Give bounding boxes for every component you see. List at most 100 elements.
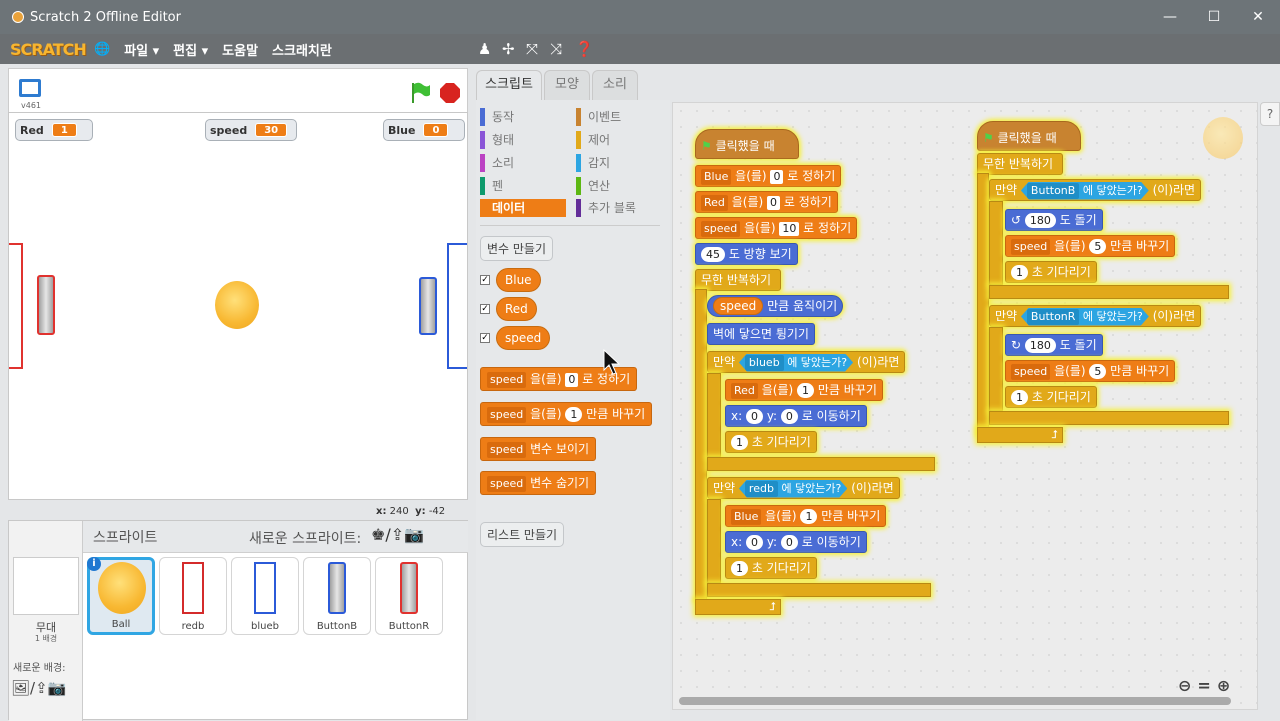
make-list-button[interactable]: 리스트 만들기 xyxy=(480,522,565,547)
reporter-speed[interactable]: speed xyxy=(496,326,551,350)
s2-forever[interactable]: 무한 반복하기 xyxy=(977,153,1063,175)
hide-variable-block[interactable]: speed 변수 숨기기 xyxy=(480,471,597,495)
green-flag-icon[interactable] xyxy=(409,81,431,105)
help-icon[interactable]: ❓ xyxy=(575,40,594,58)
category-more-blocks[interactable]: 추가 블록 xyxy=(576,199,636,217)
menu-edit[interactable]: 편집 ▾ xyxy=(173,40,208,59)
grow-icon[interactable]: ⤧ xyxy=(526,40,538,58)
menu-about[interactable]: 스크래치란 xyxy=(272,40,332,59)
duplicate-icon[interactable]: ♟ xyxy=(478,40,491,58)
zoom-controls: ⊖ = ⊕ xyxy=(1178,676,1230,695)
new-backdrop-tools[interactable]: 🖼/⇪📷 xyxy=(11,679,66,697)
s2-change-speed-2[interactable]: speed 을(를) 5 만큼 바꾸기 xyxy=(1005,360,1176,382)
show-variable-block[interactable]: speed 변수 보이기 xyxy=(480,437,597,461)
maximize-button[interactable]: ☐ xyxy=(1192,0,1236,34)
s2-wait-2[interactable]: 1 초 기다리기 xyxy=(1005,386,1097,408)
stage-thumbnail[interactable] xyxy=(13,557,79,615)
tab-sounds[interactable]: 소리 xyxy=(592,70,638,100)
horizontal-scrollbar[interactable] xyxy=(679,697,1231,705)
red-goal xyxy=(9,243,23,369)
blue-goal xyxy=(447,243,467,369)
s2-if-buttonb[interactable]: 만약 ButtonB 에 닿았는가? (이)라면 xyxy=(989,179,1202,201)
s1-point-direction[interactable]: 45 도 방향 보기 xyxy=(695,243,798,265)
tab-scripts[interactable]: 스크립트 xyxy=(476,70,542,100)
stop-icon[interactable] xyxy=(439,82,461,104)
info-icon[interactable]: i xyxy=(87,557,101,571)
s1-bounce[interactable]: 벽에 닿으면 튕기기 xyxy=(707,323,815,345)
s2-turn-left[interactable]: ↺ 180 도 돌기 xyxy=(1005,209,1103,231)
reporter-blue[interactable]: Blue xyxy=(496,268,541,292)
s1-when-flag-clicked[interactable]: ⚑ 클릭했을 때 xyxy=(695,129,799,159)
s2-turn-right[interactable]: ↻ 180 도 돌기 xyxy=(1005,334,1103,356)
s1-set-blue[interactable]: Blue 을(를) 0 로 정하기 xyxy=(695,165,842,187)
s1-if-blueb-arm xyxy=(707,373,721,457)
reporter-red[interactable]: Red xyxy=(496,297,537,321)
red-paddle[interactable] xyxy=(37,275,55,335)
change-variable-block[interactable]: speed 을(를) 1 만큼 바꾸기 xyxy=(480,402,653,426)
checkbox-blue[interactable]: ✓ xyxy=(480,275,490,285)
s1-if-redb[interactable]: 만약 redb 에 닿았는가? (이)라면 xyxy=(707,477,900,499)
category-looks[interactable]: 형태 xyxy=(480,131,514,149)
sprite-thumb-ball[interactable]: i Ball xyxy=(87,557,155,635)
close-button[interactable]: ✕ xyxy=(1236,0,1280,34)
blue-paddle[interactable] xyxy=(419,277,437,335)
category-pen[interactable]: 펜 xyxy=(480,177,503,195)
sprite-thumb-blueb[interactable]: blueb xyxy=(231,557,299,635)
s1-goto-xy-2[interactable]: x: 0 y: 0 로 이동하기 xyxy=(725,531,867,553)
monitor-blue[interactable]: Blue 0 xyxy=(383,119,465,141)
sprite-thumb-redb[interactable]: redb xyxy=(159,557,227,635)
zoom-out-icon[interactable]: ⊖ xyxy=(1178,676,1191,695)
category-events[interactable]: 이벤트 xyxy=(576,108,621,126)
scripts-area[interactable]: ⚑ 클릭했을 때 Blue 을(를) 0 로 정하기 Red 을(를) 0 로 … xyxy=(672,102,1258,710)
s2-wait-1[interactable]: 1 초 기다리기 xyxy=(1005,261,1097,283)
s1-set-red[interactable]: Red 을(를) 0 로 정하기 xyxy=(695,191,838,213)
make-variable-button[interactable]: 변수 만들기 xyxy=(480,236,554,261)
stage-canvas[interactable]: Red 1 speed 30 Blue 0 xyxy=(8,112,468,500)
category-operators[interactable]: 연산 xyxy=(576,177,610,195)
menu-file[interactable]: 파일 ▾ xyxy=(124,40,159,59)
menu-help[interactable]: 도움말 xyxy=(222,40,258,59)
tab-costumes[interactable]: 모양 xyxy=(544,70,590,100)
ball-sprite[interactable] xyxy=(215,281,259,329)
shrink-icon[interactable]: ⤨ xyxy=(550,40,562,58)
category-sensing[interactable]: 감지 xyxy=(576,154,610,172)
s1-change-blue[interactable]: Blue 을(를) 1 만큼 바꾸기 xyxy=(725,505,887,527)
category-control[interactable]: 제어 xyxy=(576,131,610,149)
checkbox-speed[interactable]: ✓ xyxy=(480,333,490,343)
editor-tabs: 스크립트 모양 소리 xyxy=(476,68,676,100)
s1-wait-1[interactable]: 1 초 기다리기 xyxy=(725,431,817,453)
s2-when-flag-clicked[interactable]: ⚑ 클릭했을 때 xyxy=(977,121,1081,151)
minimize-button[interactable]: — xyxy=(1148,0,1192,34)
s1-wait-2[interactable]: 1 초 기다리기 xyxy=(725,557,817,579)
s1-set-speed[interactable]: speed 을(를) 10 로 정하기 xyxy=(695,217,858,239)
stage-header: v461 xyxy=(8,68,468,112)
palette-divider xyxy=(480,225,660,226)
help-tab-icon[interactable]: ? xyxy=(1260,102,1280,126)
s1-move[interactable]: speed 만큼 움직이기 xyxy=(707,295,844,317)
s1-change-red[interactable]: Red 을(를) 1 만큼 바꾸기 xyxy=(725,379,883,401)
fullscreen-icon[interactable] xyxy=(19,79,41,97)
monitor-speed[interactable]: speed 30 xyxy=(205,119,297,141)
globe-icon[interactable]: 🌐 xyxy=(94,42,110,57)
category-data[interactable]: 데이터 xyxy=(480,199,566,217)
new-sprite-tools[interactable]: ♚/⇪📷 xyxy=(371,525,424,544)
s1-if-blueb[interactable]: 만약 blueb 에 닿았는가? (이)라면 xyxy=(707,351,906,373)
category-motion[interactable]: 동작 xyxy=(480,108,514,126)
s1-if-redb-end xyxy=(707,583,931,597)
monitor-red[interactable]: Red 1 xyxy=(15,119,93,141)
sprite-preview-ball xyxy=(1203,117,1243,159)
category-sound[interactable]: 소리 xyxy=(480,154,514,172)
checkbox-red[interactable]: ✓ xyxy=(480,304,490,314)
zoom-reset-icon[interactable]: = xyxy=(1197,676,1210,695)
scratch-logo[interactable]: SCRATCH xyxy=(10,40,87,59)
s1-forever-end: ⮥ xyxy=(695,599,781,615)
s2-change-speed-1[interactable]: speed 을(를) 5 만큼 바꾸기 xyxy=(1005,235,1176,257)
sprite-thumb-buttonb[interactable]: ButtonB xyxy=(303,557,371,635)
s1-goto-xy-1[interactable]: x: 0 y: 0 로 이동하기 xyxy=(725,405,867,427)
cut-icon[interactable]: ✢ xyxy=(502,40,515,58)
sprite-thumb-buttonr[interactable]: ButtonR xyxy=(375,557,443,635)
s1-forever-arm xyxy=(695,289,707,601)
zoom-in-icon[interactable]: ⊕ xyxy=(1217,676,1230,695)
s1-forever[interactable]: 무한 반복하기 xyxy=(695,269,781,291)
s2-if-buttonr[interactable]: 만약 ButtonR 에 닿았는가? (이)라면 xyxy=(989,305,1202,327)
